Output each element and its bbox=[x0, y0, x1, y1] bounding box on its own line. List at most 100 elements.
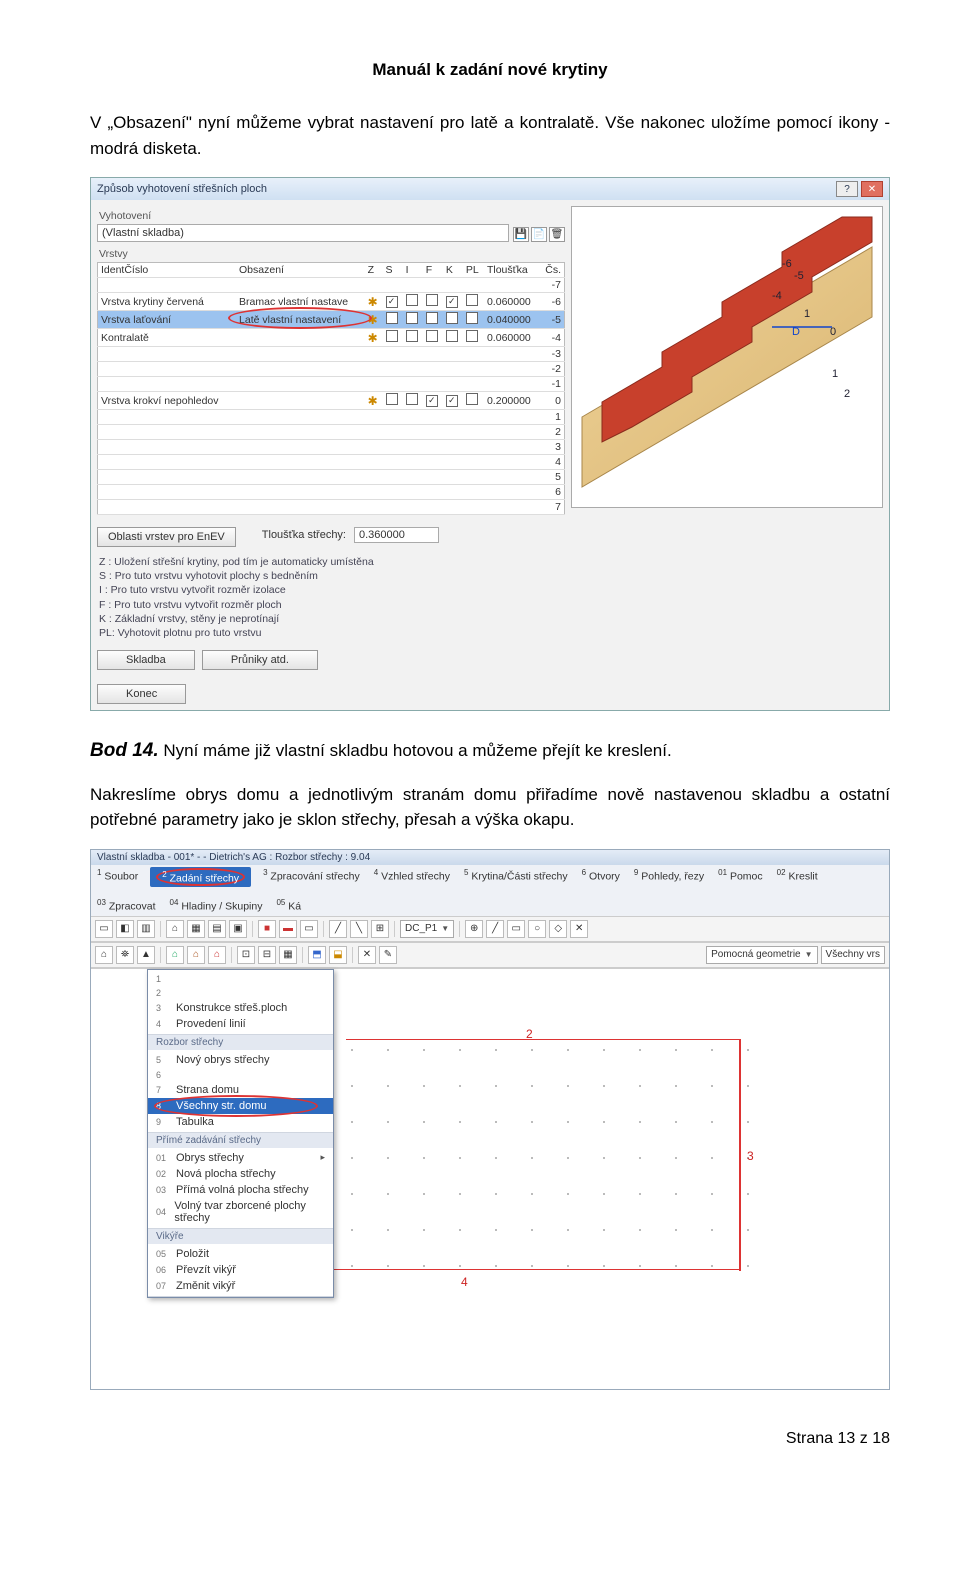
table-row[interactable]: 4 bbox=[98, 455, 565, 470]
combo-layers[interactable]: Všechny vrs bbox=[821, 946, 885, 964]
tool-icon[interactable]: ⊡ bbox=[237, 946, 255, 964]
tool-icon[interactable]: ⌂ bbox=[187, 946, 205, 964]
tool-icon[interactable]: ⌂ bbox=[95, 946, 113, 964]
tool-icon[interactable]: ▭ bbox=[300, 920, 318, 938]
table-row[interactable]: -3 bbox=[98, 347, 565, 362]
table-row[interactable]: Vrstva laťováníLatě vlastní nastavení✱0.… bbox=[98, 311, 565, 329]
menu-item[interactable]: 9Tabulka bbox=[148, 1114, 333, 1130]
menu-item[interactable]: 2 bbox=[148, 986, 333, 1000]
menu-item[interactable]: 7Strana domu bbox=[148, 1082, 333, 1098]
table-row[interactable]: Kontralatě✱0.060000-4 bbox=[98, 329, 565, 347]
save-as-icon[interactable]: 📄 bbox=[531, 227, 547, 242]
menu-item[interactable]: 03Přímá volná plocha střechy bbox=[148, 1182, 333, 1198]
table-row[interactable]: 7 bbox=[98, 500, 565, 515]
menu-item[interactable]: 02 Kreslit bbox=[775, 867, 820, 888]
tool-icon[interactable]: ⊟ bbox=[258, 946, 276, 964]
tool-icon[interactable]: ⊕ bbox=[465, 920, 483, 938]
menu-item[interactable]: 05 Ká bbox=[274, 897, 303, 914]
close-icon[interactable]: ✕ bbox=[861, 181, 883, 197]
line-icon[interactable]: ╱ bbox=[486, 920, 504, 938]
rect-icon[interactable]: ▭ bbox=[507, 920, 525, 938]
tool-icon[interactable]: ▤ bbox=[208, 920, 226, 938]
table-row[interactable]: 3 bbox=[98, 440, 565, 455]
menu-item[interactable]: 8Všechny str. domu bbox=[148, 1098, 333, 1114]
table-row[interactable]: -7 bbox=[98, 278, 565, 293]
layers-table[interactable]: IdentČíslo Obsazení Z S I F K PL Tloušťk… bbox=[97, 262, 565, 515]
tool-icon[interactable]: ⌂ bbox=[166, 946, 184, 964]
table-row[interactable]: Vrstva krytiny červenáBramac vlastní nas… bbox=[98, 293, 565, 311]
tool-icon[interactable]: ■ bbox=[258, 920, 276, 938]
tool-icon[interactable]: ⊞ bbox=[371, 920, 389, 938]
hdr-f: F bbox=[423, 263, 443, 278]
toolbar-row-2[interactable]: ⌂ ⛯ ▲ ⌂ ⌂ ⌂ ⊡ ⊟ ▦ ⬒ ⬓ ✕ ✎ Pomocná geomet… bbox=[91, 942, 889, 968]
menu-item[interactable]: 1 bbox=[148, 972, 333, 986]
help-button[interactable]: ? bbox=[836, 181, 858, 197]
menu-item[interactable]: 6 bbox=[148, 1068, 333, 1082]
grid-dot bbox=[639, 1193, 641, 1195]
menu-item[interactable]: 6 Otvory bbox=[580, 867, 622, 888]
hdr-obs: Obsazení bbox=[236, 263, 365, 278]
tool-icon[interactable]: ▣ bbox=[229, 920, 247, 938]
oblasti-button[interactable]: Oblasti vrstev pro EnEV bbox=[97, 527, 236, 547]
circle-icon[interactable]: ○ bbox=[528, 920, 546, 938]
table-row[interactable]: -2 bbox=[98, 362, 565, 377]
konec-button[interactable]: Konec bbox=[97, 684, 186, 704]
combo-geometry[interactable]: Pomocná geometrie▼ bbox=[706, 946, 817, 964]
grid-dot bbox=[567, 1085, 569, 1087]
tool-icon[interactable]: ▬ bbox=[279, 920, 297, 938]
tool-icon[interactable]: ✕ bbox=[358, 946, 376, 964]
tool-icon[interactable]: ⌂ bbox=[166, 920, 184, 938]
menu-item[interactable]: 4Provedení linií bbox=[148, 1016, 333, 1032]
grid-dot bbox=[567, 1049, 569, 1051]
menu-item[interactable]: 05Položit bbox=[148, 1246, 333, 1262]
menu-item[interactable]: 3 Zpracování střechy bbox=[261, 867, 362, 888]
table-row[interactable]: 2 bbox=[98, 425, 565, 440]
menu-item[interactable]: 01 Pomoc bbox=[716, 867, 765, 888]
tool-icon[interactable]: ▦ bbox=[187, 920, 205, 938]
tool-icon[interactable]: ✕ bbox=[570, 920, 588, 938]
skladba-button[interactable]: Skladba bbox=[97, 650, 195, 670]
tool-icon[interactable]: ⬓ bbox=[329, 946, 347, 964]
menu-item[interactable]: 5Nový obrys střechy bbox=[148, 1052, 333, 1068]
menu-item[interactable]: 4 Vzhled střechy bbox=[372, 867, 452, 888]
menu-item[interactable]: 9 Pohledy, řezy bbox=[632, 867, 706, 888]
disk-icon[interactable]: 💾 bbox=[513, 227, 529, 242]
menu-item[interactable]: 06Převzít vikýř bbox=[148, 1262, 333, 1278]
table-row[interactable]: -1 bbox=[98, 377, 565, 392]
toolbar-row-1[interactable]: ▭ ◧ ▥ ⌂ ▦ ▤ ▣ ■ ▬ ▭ ╱ ╲ ⊞ DC_P1▼ ⊕ ╱ ▭ ○… bbox=[91, 916, 889, 942]
menu-item[interactable]: 07Změnit vikýř bbox=[148, 1278, 333, 1294]
menubar[interactable]: 1 Soubor 2 Zadání střechy 3 Zpracování stř… bbox=[91, 865, 889, 916]
tool-icon[interactable]: ▥ bbox=[137, 920, 155, 938]
menu-item[interactable]: 03 Zpracovat bbox=[95, 897, 158, 914]
tool-icon[interactable]: ╱ bbox=[329, 920, 347, 938]
menu-item[interactable]: 04Volný tvar zborcené plochy střechy bbox=[148, 1198, 333, 1226]
dropdown-zadani-strechy[interactable]: 123Konstrukce střeš.ploch4Provedení lini… bbox=[147, 969, 334, 1298]
table-row[interactable]: Vrstva krokví nepohledov✱✓✓0.2000000 bbox=[98, 392, 565, 410]
table-row[interactable]: 5 bbox=[98, 470, 565, 485]
table-row[interactable]: 1 bbox=[98, 410, 565, 425]
pruniky-button[interactable]: Průniky atd. bbox=[202, 650, 318, 670]
tool-icon[interactable]: ▦ bbox=[279, 946, 297, 964]
menu-item[interactable]: 2 Zadání střechy bbox=[150, 867, 251, 888]
tool-icon[interactable]: ▭ bbox=[95, 920, 113, 938]
tool-icon[interactable]: ⛯ bbox=[116, 946, 134, 964]
tool-icon[interactable]: ⌂ bbox=[208, 946, 226, 964]
menu-item[interactable]: 01Obrys střechy▸ bbox=[148, 1150, 333, 1166]
menu-item[interactable]: 5 Krytina/Části střechy bbox=[462, 867, 570, 888]
menu-item[interactable]: 04 Hladiny / Skupiny bbox=[168, 897, 265, 914]
menu-item[interactable]: 02Nová plocha střechy bbox=[148, 1166, 333, 1182]
menu-item[interactable]: 3Konstrukce střeš.ploch bbox=[148, 1000, 333, 1016]
tool-icon[interactable]: ◇ bbox=[549, 920, 567, 938]
tool-icon[interactable]: ◧ bbox=[116, 920, 134, 938]
delete-icon[interactable]: 🗑 bbox=[549, 227, 565, 242]
tool-icon[interactable]: ▲ bbox=[137, 946, 155, 964]
table-row[interactable]: 6 bbox=[98, 485, 565, 500]
tool-icon[interactable]: ╲ bbox=[350, 920, 368, 938]
vyhotoveni-select[interactable]: (Vlastní skladba) bbox=[97, 224, 509, 242]
tool-icon[interactable]: ✎ bbox=[379, 946, 397, 964]
drawing-canvas[interactable]: 123Konstrukce střeš.ploch4Provedení lini… bbox=[91, 968, 889, 1389]
tool-icon[interactable]: ⬒ bbox=[308, 946, 326, 964]
combo-dcp1[interactable]: DC_P1▼ bbox=[400, 920, 454, 938]
menu-item[interactable]: 1 Soubor bbox=[95, 867, 140, 888]
toolbar-icons[interactable]: 💾 📄 🗑 bbox=[513, 227, 565, 242]
